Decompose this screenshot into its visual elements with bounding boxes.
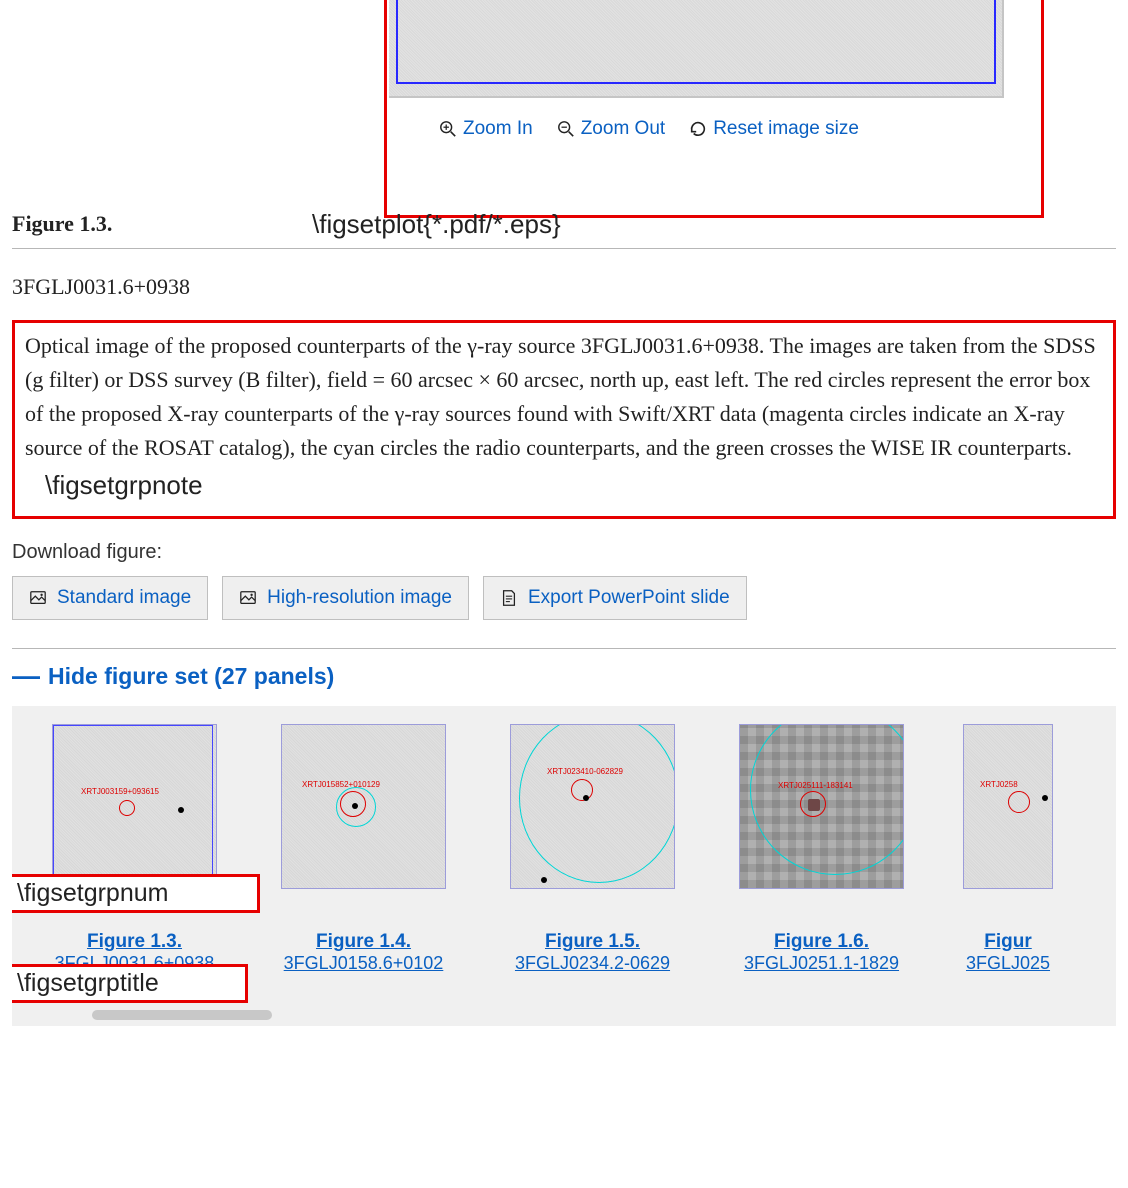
figsetgrptitle-annotation: \figsetgrptitle <box>12 964 248 1003</box>
hires-image-button[interactable]: High-resolution image <box>222 576 469 620</box>
image-icon <box>239 589 257 607</box>
cyan-circle <box>519 724 675 883</box>
figure-title: 3FGLJ0031.6+0938 <box>12 274 1116 300</box>
panel-fig-link[interactable]: Figure 1.6. <box>729 931 914 953</box>
panel-1[interactable]: XRTJ003159+093615 Figure 1.3. 3FGLJ0031.… <box>42 724 227 974</box>
panel-3[interactable]: XRTJ023410-062829 Figure 1.5. 3FGLJ0234.… <box>500 724 685 974</box>
export-ppt-label: Export PowerPoint slide <box>528 587 730 609</box>
panel-title-link[interactable]: 3FGLJ0158.6+0102 <box>284 953 444 973</box>
figure-set-strip: XRTJ003159+093615 Figure 1.3. 3FGLJ0031.… <box>12 706 1116 1026</box>
figsetgrpnote-annotation: \figsetgrpnote <box>45 470 203 500</box>
red-circle <box>1008 791 1030 813</box>
document-icon <box>500 589 518 607</box>
panel-row: XRTJ003159+093615 Figure 1.3. 3FGLJ0031.… <box>42 724 1058 974</box>
figure-caption-box: Optical image of the proposed counterpar… <box>12 320 1116 519</box>
red-circle <box>571 779 593 801</box>
figsetplot-annotation-box <box>384 0 1044 218</box>
xrt-label: XRTJ025111-183141 <box>778 781 853 790</box>
panel-fig-link[interactable]: Figure 1.3. <box>42 931 227 953</box>
refresh-icon <box>689 120 707 138</box>
zoom-in-icon <box>439 120 457 138</box>
reset-zoom-link[interactable]: Reset image size <box>689 118 859 140</box>
zoom-controls: Zoom In Zoom Out Reset image size <box>439 118 859 140</box>
panel-title-link[interactable]: 3FGLJ0251.1-1829 <box>744 953 899 973</box>
panel-5[interactable]: XRTJ0258 Figur 3FGLJ025 <box>958 724 1058 974</box>
panel-title-link[interactable]: 3FGLJ025 <box>966 953 1050 973</box>
hide-label-prefix: Hide figure set <box>48 663 214 689</box>
panel-fig-link[interactable]: Figure 1.4. <box>271 931 456 953</box>
panel-fig-link[interactable]: Figure 1.5. <box>500 931 685 953</box>
export-ppt-button[interactable]: Export PowerPoint slide <box>483 576 747 620</box>
xrt-label: XRTJ003159+093615 <box>81 787 159 796</box>
figsetplot-annotation: \figsetplot{*.pdf/*.eps} <box>312 209 561 240</box>
horizontal-scrollbar[interactable] <box>92 1010 272 1020</box>
xrt-label: XRTJ023410-062829 <box>547 767 623 776</box>
panel-4[interactable]: XRTJ025111-183141 Figure 1.6. 3FGLJ0251.… <box>729 724 914 974</box>
hide-label-count: (27 panels) <box>214 663 334 689</box>
xrt-label: XRTJ0258 <box>980 780 1018 789</box>
download-label: Download figure: <box>12 541 1116 564</box>
figure-number: Figure 1.3. <box>12 211 112 237</box>
standard-image-button[interactable]: Standard image <box>12 576 208 620</box>
zoom-in-link[interactable]: Zoom In <box>439 118 533 140</box>
red-circle <box>119 800 135 816</box>
minus-icon: — <box>12 668 40 685</box>
hires-image-label: High-resolution image <box>267 587 452 609</box>
zoom-out-link[interactable]: Zoom Out <box>557 118 665 140</box>
panel-title-link[interactable]: 3FGLJ0234.2-0629 <box>515 953 670 973</box>
standard-image-label: Standard image <box>57 587 191 609</box>
download-buttons: Standard image High-resolution image Exp… <box>12 576 1116 620</box>
zoom-in-label: Zoom In <box>463 118 533 140</box>
cyan-circle <box>750 724 904 875</box>
zoom-out-label: Zoom Out <box>581 118 665 140</box>
divider <box>12 248 1116 249</box>
xrt-label: XRTJ015852+010129 <box>302 780 380 789</box>
hide-figure-set-toggle[interactable]: — Hide figure set (27 panels) <box>12 648 1116 690</box>
reset-zoom-label: Reset image size <box>713 118 859 140</box>
figure-caption-text: Optical image of the proposed counterpar… <box>25 333 1096 460</box>
panel-fig-link[interactable]: Figur <box>958 931 1058 953</box>
panel-2[interactable]: XRTJ015852+010129 Figure 1.4. 3FGLJ0158.… <box>271 724 456 974</box>
image-icon <box>29 589 47 607</box>
zoom-out-icon <box>557 120 575 138</box>
figsetgrpnum-annotation: \figsetgrpnum <box>12 874 260 913</box>
